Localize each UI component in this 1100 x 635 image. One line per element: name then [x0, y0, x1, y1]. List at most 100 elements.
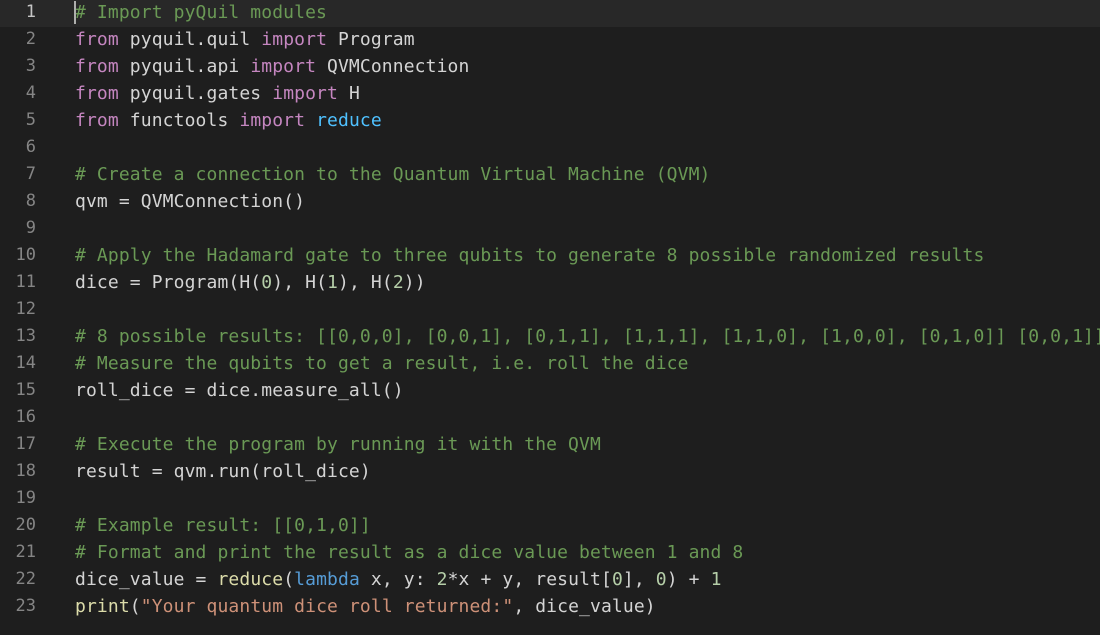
code-line[interactable]: 21 # Format and print the result as a dic…	[0, 540, 1100, 567]
code-token: lambda	[294, 569, 360, 590]
code-token: (	[129, 596, 141, 617]
line-number: 2	[25, 29, 36, 49]
code-text: print("Your quantum dice roll returned:"…	[75, 594, 656, 619]
code-text: # Create a connection to the Quantum Vir…	[75, 162, 711, 187]
code-token: roll_dice = dice.measure_all()	[75, 380, 404, 401]
code-text: dice = Program(H(0), H(1), H(2))	[75, 270, 426, 295]
code-token: # Example result: [[0,1,0]]	[75, 515, 371, 536]
code-line[interactable]: 15 roll_dice = dice.measure_all()	[0, 378, 1100, 405]
code-line[interactable]: 6	[0, 135, 1100, 162]
code-token: dice = Program(H(	[75, 272, 262, 293]
code-line[interactable]: 10 # Apply the Hadamard gate to three qub…	[0, 243, 1100, 270]
code-token: x, y:	[359, 569, 437, 590]
line-number: 5	[25, 110, 36, 130]
code-text: # Format and print the result as a dice …	[75, 540, 743, 565]
code-token: QVMConnection	[316, 56, 470, 77]
code-token: # Create a connection to the Quantum Vir…	[75, 164, 711, 185]
line-number: 18	[15, 461, 36, 481]
line-number: 7	[25, 164, 36, 184]
code-token: pyquil.api	[118, 56, 251, 77]
code-editor[interactable]: 1 # Import pyQuil modules 2 from pyquil.qui…	[0, 0, 1100, 635]
code-token: 2	[392, 272, 404, 293]
code-text: # Example result: [[0,1,0]]	[75, 513, 371, 538]
line-number: 11	[15, 272, 36, 292]
code-token: , dice_value)	[513, 596, 656, 617]
line-number: 12	[15, 299, 36, 319]
code-line[interactable]: 5 from functools import reduce	[0, 108, 1100, 135]
line-number: 10	[15, 245, 36, 265]
code-token: reduce	[217, 569, 284, 590]
line-number: 23	[15, 596, 36, 616]
code-token: 1	[327, 272, 339, 293]
line-number: 16	[15, 407, 36, 427]
line-number: 6	[25, 137, 36, 157]
code-text: from functools import reduce	[75, 108, 382, 133]
code-text: # Import pyQuil modules	[75, 0, 327, 25]
code-token: ))	[403, 272, 426, 293]
code-token: Program	[327, 29, 415, 50]
code-token: # Apply the Hadamard gate to three qubit…	[75, 245, 985, 266]
code-token: 0	[655, 569, 667, 590]
code-token: # 8 possible results: [[0,0,0], [0,0,1],…	[75, 326, 1100, 347]
line-number: 15	[15, 380, 36, 400]
line-number: 4	[25, 83, 36, 103]
code-text: from pyquil.quil import Program	[75, 27, 415, 52]
code-token: H	[337, 83, 360, 104]
code-line[interactable]: 12	[0, 297, 1100, 324]
code-token: 2	[436, 569, 448, 590]
code-line[interactable]: 14 # Measure the qubits to get a result, …	[0, 351, 1100, 378]
line-number: 8	[25, 191, 36, 211]
code-token: ), H(	[272, 272, 328, 293]
code-line[interactable]: 11 dice = Program(H(0), H(1), H(2))	[0, 270, 1100, 297]
line-number: 1	[25, 2, 36, 22]
line-number: 14	[15, 353, 36, 373]
code-token: import	[261, 29, 328, 50]
code-token: 1	[710, 569, 722, 590]
code-token: "Your quantum dice roll returned:"	[140, 596, 514, 617]
line-number: 13	[15, 326, 36, 346]
code-token: reduce	[316, 110, 382, 131]
code-token: result = qvm.run(roll_dice)	[75, 461, 371, 482]
code-token: from	[75, 83, 119, 104]
code-line[interactable]: 18 result = qvm.run(roll_dice)	[0, 459, 1100, 486]
code-text: dice_value = reduce(lambda x, y: 2*x + y…	[75, 567, 722, 592]
code-line[interactable]: 17 # Execute the program by running it wi…	[0, 432, 1100, 459]
code-line[interactable]: 16	[0, 405, 1100, 432]
code-line[interactable]: 7 # Create a connection to the Quantum Vi…	[0, 162, 1100, 189]
code-line[interactable]: 22 dice_value = reduce(lambda x, y: 2*x +…	[0, 567, 1100, 594]
code-text: roll_dice = dice.measure_all()	[75, 378, 404, 403]
code-line[interactable]: 1 # Import pyQuil modules	[0, 0, 1100, 27]
code-token: from	[75, 29, 119, 50]
code-text: qvm = QVMConnection()	[75, 189, 305, 214]
code-line[interactable]: 9	[0, 216, 1100, 243]
line-number: 3	[25, 56, 36, 76]
code-line[interactable]: 3 from pyquil.api import QVMConnection	[0, 54, 1100, 81]
code-line[interactable]: 4 from pyquil.gates import H	[0, 81, 1100, 108]
code-token: import	[239, 110, 306, 131]
code-text: # Execute the program by running it with…	[75, 432, 601, 457]
code-line[interactable]: 8 qvm = QVMConnection()	[0, 189, 1100, 216]
code-token: import	[250, 56, 317, 77]
code-line[interactable]: 2 from pyquil.quil import Program	[0, 27, 1100, 54]
code-token: pyquil.quil	[118, 29, 262, 50]
code-token: from	[75, 56, 119, 77]
code-token: qvm = QVMConnection()	[75, 191, 306, 212]
text-cursor	[74, 1, 76, 24]
line-number: 9	[25, 218, 36, 238]
code-token: ],	[622, 569, 656, 590]
code-text: # 8 possible results: [[0,0,0], [0,0,1],…	[75, 324, 1100, 349]
code-token: (	[283, 569, 295, 590]
code-text: # Apply the Hadamard gate to three qubit…	[75, 243, 984, 268]
code-token: pyquil.gates	[118, 83, 273, 104]
code-line[interactable]: 23 print("Your quantum dice roll returned…	[0, 594, 1100, 621]
code-line[interactable]: 19	[0, 486, 1100, 513]
code-token: ), H(	[338, 272, 393, 293]
code-token: dice_value =	[75, 569, 218, 590]
code-token: *x + y, result[	[447, 569, 612, 590]
code-line[interactable]: 13 # 8 possible results: [[0,0,0], [0,0,1…	[0, 324, 1100, 351]
line-number: 21	[15, 542, 36, 562]
code-token: import	[272, 83, 338, 104]
code-line[interactable]: 20 # Example result: [[0,1,0]]	[0, 513, 1100, 540]
code-token: ) +	[666, 569, 711, 590]
